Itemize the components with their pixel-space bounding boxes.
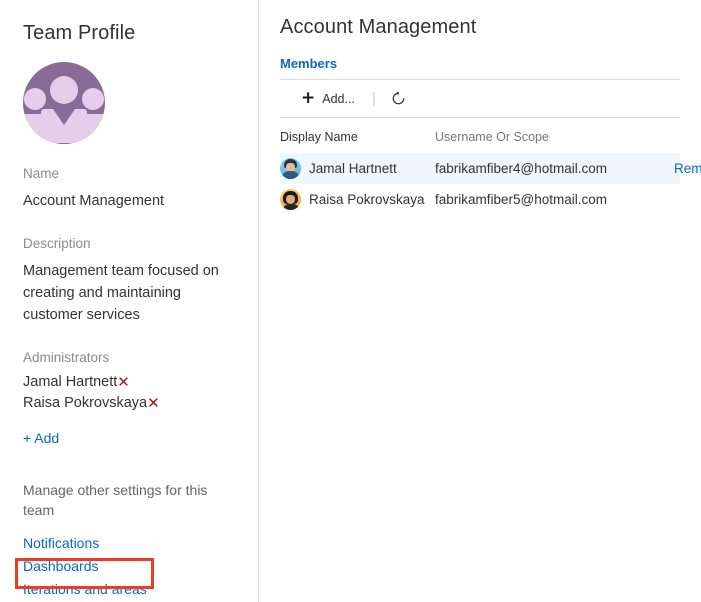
- cell-actions: Remove: [650, 153, 701, 184]
- column-header-actions: [650, 118, 680, 153]
- table-row[interactable]: Jamal Hartnett fabrikamfiber4@hotmail.co…: [280, 153, 701, 184]
- table-row[interactable]: Raisa Pokrovskaya fabrikamfiber5@hotmail…: [280, 184, 680, 215]
- remove-administrator-icon[interactable]: ✕: [117, 375, 130, 390]
- content-title: Account Management: [280, 16, 477, 38]
- administrators-section: Administrators Jamal Hartnett ✕ Raisa Po…: [0, 350, 258, 446]
- sidebar-link-notifications[interactable]: Notifications: [0, 532, 258, 555]
- add-administrator-link[interactable]: + Add: [0, 430, 258, 446]
- table-header-row: Display Name Username Or Scope: [280, 118, 680, 153]
- column-header-display-name[interactable]: Display Name: [280, 118, 435, 153]
- manage-settings-section: Manage other settings for this team Noti…: [0, 480, 258, 601]
- page-title: Team Profile: [23, 22, 136, 44]
- manage-settings-text: Manage other settings for this team: [23, 482, 208, 518]
- toolbar-separator: |: [371, 90, 376, 107]
- members-toolbar: + Add... |: [280, 79, 680, 118]
- add-member-label: Add...: [322, 91, 355, 106]
- sidebar-link-iterations-and-areas[interactable]: Iterations and areas: [0, 578, 258, 601]
- members-table: Display Name Username Or Scope Jamal Har…: [280, 118, 701, 215]
- member-identity: Raisa Pokrovskaya: [280, 189, 435, 210]
- team-avatar-wrap: [0, 45, 258, 144]
- team-profile-page: Team Profile Name Account Management Des…: [0, 0, 701, 602]
- description-value: Management team focused on creating and …: [23, 263, 219, 323]
- avatar-side-head-right: [82, 88, 104, 110]
- name-label: Name: [23, 166, 60, 181]
- member-identity: Jamal Hartnett: [280, 158, 435, 179]
- administrator-name: Raisa Pokrovskaya: [23, 395, 148, 411]
- administrators-label: Administrators: [23, 350, 110, 365]
- remove-member-link[interactable]: [650, 192, 674, 207]
- refresh-button[interactable]: [387, 89, 410, 108]
- member-username: fabrikamfiber4@hotmail.com: [435, 153, 650, 184]
- member-username: fabrikamfiber5@hotmail.com: [435, 192, 608, 207]
- remove-administrator-icon[interactable]: ✕: [147, 396, 160, 411]
- name-value: Account Management: [23, 193, 165, 209]
- administrator-row: Jamal Hartnett ✕: [0, 372, 258, 393]
- tab-bar: Members: [259, 55, 701, 73]
- administrator-name: Jamal Hartnett: [23, 374, 118, 390]
- member-display-name: Jamal Hartnett: [309, 161, 397, 176]
- remove-member-link[interactable]: Remove: [650, 161, 701, 176]
- cell-actions: [650, 184, 680, 215]
- description-label: Description: [23, 236, 91, 251]
- user-avatar-icon: [280, 189, 301, 210]
- team-profile-panel: Team Profile Name Account Management Des…: [0, 0, 259, 602]
- user-avatar-icon: [280, 158, 301, 179]
- cell-display-name: Raisa Pokrovskaya: [280, 184, 435, 215]
- team-group-avatar-icon[interactable]: [23, 62, 105, 144]
- add-member-button[interactable]: + Add...: [295, 87, 361, 110]
- sidebar-link-dashboards[interactable]: Dashboards: [0, 555, 258, 578]
- cell-display-name: Jamal Hartnett: [280, 153, 435, 184]
- tab-members[interactable]: Members: [280, 56, 337, 71]
- members-table-body: Jamal Hartnett fabrikamfiber4@hotmail.co…: [280, 153, 701, 215]
- description-section: Description Management team focused on c…: [0, 236, 258, 326]
- administrators-list: Jamal Hartnett ✕ Raisa Pokrovskaya ✕: [0, 372, 258, 414]
- administrator-row: Raisa Pokrovskaya ✕: [0, 393, 258, 414]
- member-display-name: Raisa Pokrovskaya: [309, 192, 425, 207]
- members-table-head: Display Name Username Or Scope: [280, 118, 680, 153]
- refresh-icon: [392, 91, 405, 105]
- manage-settings-links: Notifications Dashboards Iterations and …: [0, 532, 258, 601]
- plus-icon: +: [301, 88, 316, 108]
- name-section: Name Account Management: [0, 166, 258, 212]
- account-management-panel: Account Management Members + Add... | Di…: [259, 0, 701, 602]
- column-header-username-or-scope[interactable]: Username Or Scope: [435, 118, 650, 153]
- avatar-center-head: [50, 76, 78, 104]
- avatar-side-head-left: [24, 88, 46, 110]
- avatar-center-collar: [53, 109, 75, 125]
